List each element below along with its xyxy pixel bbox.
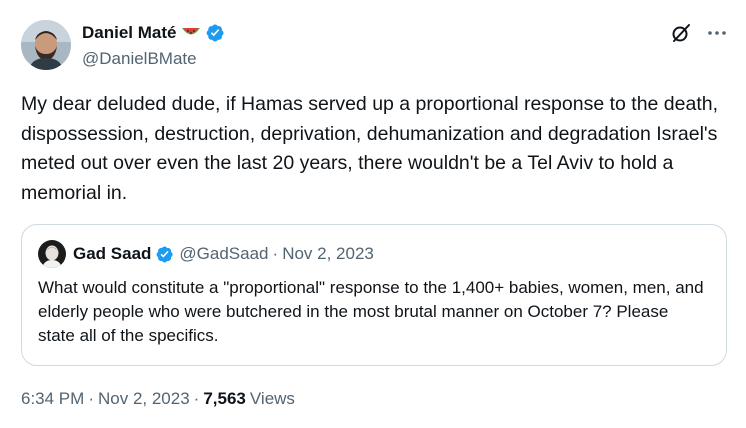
- tweet-text: My dear deluded dude, if Hamas served up…: [21, 93, 719, 204]
- grok-icon[interactable]: [670, 22, 692, 44]
- quoted-author-avatar[interactable]: [38, 240, 66, 268]
- tweet-time[interactable]: 6:34 PM: [21, 389, 84, 409]
- quoted-tweet-header: Gad Saad @GadSaad · Nov 2, 2023: [38, 240, 374, 268]
- author-block: Daniel Maté @DanielBMate: [82, 22, 225, 69]
- tweet: Daniel Maté @DanielBMate My dear deluded…: [0, 0, 746, 428]
- separator-dot: ·: [272, 244, 279, 263]
- verified-badge-icon[interactable]: [205, 23, 225, 43]
- top-actions: [670, 22, 728, 44]
- separator-dot: ·: [88, 389, 94, 408]
- watermelon-emoji-icon: [181, 25, 201, 41]
- separator-dot: ·: [193, 389, 200, 408]
- quoted-author-handle[interactable]: @GadSaad: [179, 244, 268, 264]
- views-count: 7,563: [203, 389, 246, 408]
- verified-badge-icon: [155, 245, 174, 264]
- author-name[interactable]: Daniel Maté: [82, 23, 176, 43]
- author-handle[interactable]: @DanielBMate: [82, 49, 225, 69]
- quoted-tweet[interactable]: Gad Saad @GadSaad · Nov 2, 2023 What wou…: [21, 224, 727, 366]
- quoted-author-name[interactable]: Gad Saad: [73, 244, 151, 264]
- more-icon[interactable]: [706, 22, 728, 44]
- tweet-meta: 6:34 PM · Nov 2, 2023 · 7,563 Views: [21, 389, 295, 409]
- views-label: Views: [249, 389, 295, 408]
- quoted-tweet-date[interactable]: Nov 2, 2023: [282, 244, 374, 264]
- quoted-tweet-text: What would constitute a "proportional" r…: [38, 278, 704, 345]
- tweet-date[interactable]: Nov 2, 2023: [98, 389, 190, 409]
- author-avatar[interactable]: [21, 20, 71, 70]
